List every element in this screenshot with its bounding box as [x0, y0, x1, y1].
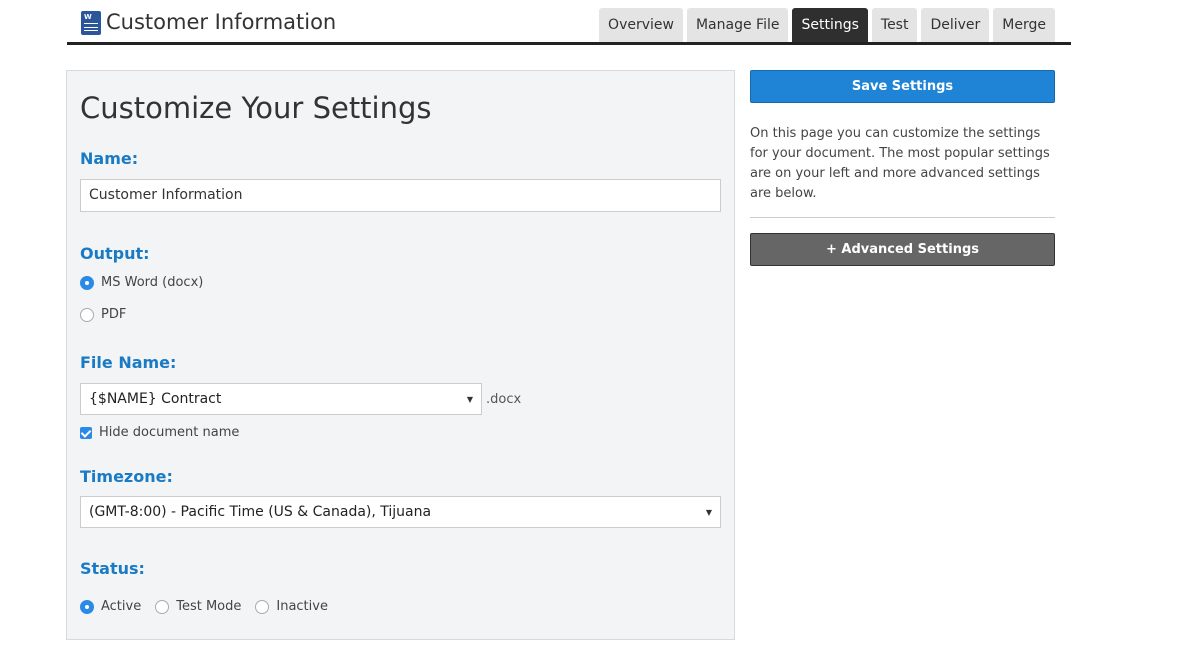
- radio-checked-icon[interactable]: [80, 599, 94, 614]
- status-option-label: Inactive: [276, 599, 328, 614]
- status-option-inactive[interactable]: Inactive: [255, 599, 328, 614]
- status-option-active[interactable]: Active: [80, 599, 141, 614]
- name-input[interactable]: Customer Information: [80, 179, 721, 212]
- tab-deliver[interactable]: Deliver: [921, 8, 990, 42]
- hide-document-name-checkbox[interactable]: Hide document name: [80, 425, 239, 440]
- file-name-select[interactable]: {$NAME} Contract ▼: [80, 383, 482, 415]
- name-label: Name:: [80, 149, 139, 168]
- timezone-value: (GMT-8:00) - Pacific Time (US & Canada),…: [89, 504, 432, 520]
- output-option-docx[interactable]: MS Word (docx): [80, 275, 203, 290]
- page-title: Customer Information: [106, 10, 337, 34]
- radio-unchecked-icon[interactable]: [155, 599, 170, 614]
- settings-title: Customize Your Settings: [80, 91, 432, 125]
- tab-settings[interactable]: Settings: [792, 8, 868, 42]
- word-document-icon: W: [81, 11, 101, 35]
- status-label: Status:: [80, 559, 145, 578]
- status-option-label: Active: [101, 599, 142, 614]
- tab-merge[interactable]: Merge: [993, 8, 1055, 42]
- output-option-label: MS Word (docx): [101, 275, 204, 290]
- file-extension: .docx: [486, 392, 522, 407]
- output-label: Output:: [80, 244, 150, 263]
- output-option-label: PDF: [101, 307, 127, 322]
- radio-unchecked-icon[interactable]: [80, 307, 94, 322]
- file-name-value: {$NAME} Contract: [89, 391, 222, 407]
- top-header: W Customer Information Overview Manage F…: [67, 0, 1071, 45]
- advanced-settings-button[interactable]: + Advanced Settings: [750, 233, 1055, 266]
- checkbox-checked-icon[interactable]: [80, 426, 92, 439]
- caret-down-icon: ▼: [466, 394, 473, 404]
- timezone-label: Timezone:: [80, 467, 173, 486]
- radio-unchecked-icon[interactable]: [255, 599, 270, 614]
- save-settings-button[interactable]: Save Settings: [750, 70, 1055, 103]
- caret-down-icon: ▼: [705, 507, 712, 517]
- status-options: Active Test Mode Inactive: [80, 599, 342, 614]
- divider: [750, 217, 1055, 218]
- file-name-label: File Name:: [80, 353, 177, 372]
- tab-manage-file[interactable]: Manage File: [686, 8, 789, 42]
- hide-document-name-label: Hide document name: [99, 425, 240, 440]
- radio-checked-icon[interactable]: [80, 275, 94, 290]
- tab-test[interactable]: Test: [871, 8, 918, 42]
- status-option-test-mode[interactable]: Test Mode: [155, 599, 241, 614]
- timezone-select[interactable]: (GMT-8:00) - Pacific Time (US & Canada),…: [80, 496, 721, 528]
- tab-bar: Overview Manage File Settings Test Deliv…: [599, 8, 1055, 42]
- output-option-pdf[interactable]: PDF: [80, 307, 126, 322]
- settings-panel: Customize Your Settings Name: Customer I…: [66, 70, 735, 640]
- status-option-label: Test Mode: [176, 599, 242, 614]
- help-text: On this page you can customize the setti…: [750, 126, 1050, 201]
- tab-overview[interactable]: Overview: [599, 8, 683, 42]
